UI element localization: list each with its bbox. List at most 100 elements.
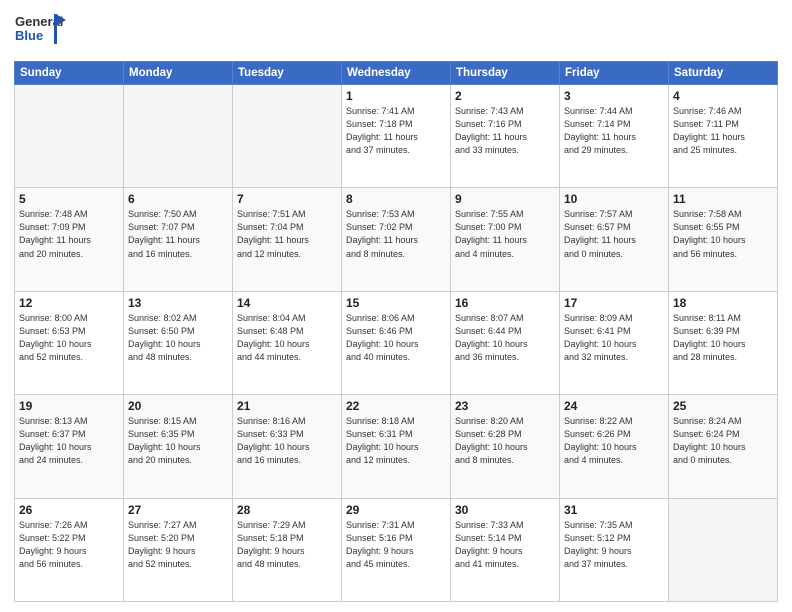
header-thursday: Thursday [451, 62, 560, 85]
calendar-cell: 6 Sunrise: 7:50 AM Sunset: 7:07 PM Daylig… [124, 188, 233, 291]
day-info: Sunrise: 8:00 AM Sunset: 6:53 PM Dayligh… [19, 312, 119, 364]
day-number: 7 [237, 192, 337, 206]
day-info: Sunrise: 7:50 AM Sunset: 7:07 PM Dayligh… [128, 208, 228, 260]
day-info: Sunrise: 7:44 AM Sunset: 7:14 PM Dayligh… [564, 105, 664, 157]
day-info: Sunrise: 8:24 AM Sunset: 6:24 PM Dayligh… [673, 415, 773, 467]
day-number: 5 [19, 192, 119, 206]
day-number: 21 [237, 399, 337, 413]
day-number: 27 [128, 503, 228, 517]
day-info: Sunrise: 7:55 AM Sunset: 7:00 PM Dayligh… [455, 208, 555, 260]
page: General Blue Sunday Monday Tuesday Wedne… [0, 0, 792, 612]
day-info: Sunrise: 7:58 AM Sunset: 6:55 PM Dayligh… [673, 208, 773, 260]
calendar-table: Sunday Monday Tuesday Wednesday Thursday… [14, 61, 778, 602]
day-info: Sunrise: 8:16 AM Sunset: 6:33 PM Dayligh… [237, 415, 337, 467]
day-info: Sunrise: 8:18 AM Sunset: 6:31 PM Dayligh… [346, 415, 446, 467]
svg-text:Blue: Blue [15, 28, 43, 43]
header: General Blue [14, 10, 778, 55]
calendar-week-row: 19Sunrise: 8:13 AM Sunset: 6:37 PM Dayli… [15, 395, 778, 498]
calendar-cell: 28 Sunrise: 7:29 AM Sunset: 5:18 PM Dayli… [233, 498, 342, 601]
calendar-cell: 21 Sunrise: 8:16 AM Sunset: 6:33 PM Dayli… [233, 395, 342, 498]
calendar-cell: 3 Sunrise: 7:44 AM Sunset: 7:14 PM Daylig… [560, 85, 669, 188]
day-info: Sunrise: 7:27 AM Sunset: 5:20 PM Dayligh… [128, 519, 228, 571]
calendar-cell: 29Sunrise: 7:31 AM Sunset: 5:16 PM Dayli… [342, 498, 451, 601]
calendar-cell: 24 Sunrise: 8:22 AM Sunset: 6:26 PM Dayli… [560, 395, 669, 498]
day-info: Sunrise: 8:07 AM Sunset: 6:44 PM Dayligh… [455, 312, 555, 364]
day-info: Sunrise: 7:43 AM Sunset: 7:16 PM Dayligh… [455, 105, 555, 157]
day-number: 28 [237, 503, 337, 517]
day-info: Sunrise: 7:53 AM Sunset: 7:02 PM Dayligh… [346, 208, 446, 260]
calendar-week-row: 12 Sunrise: 8:00 AM Sunset: 6:53 PM Dayli… [15, 291, 778, 394]
calendar-cell: 8Sunrise: 7:53 AM Sunset: 7:02 PM Daylig… [342, 188, 451, 291]
day-number: 6 [128, 192, 228, 206]
day-number: 25 [673, 399, 773, 413]
header-saturday: Saturday [669, 62, 778, 85]
day-number: 24 [564, 399, 664, 413]
calendar-cell: 30Sunrise: 7:33 AM Sunset: 5:14 PM Dayli… [451, 498, 560, 601]
calendar-cell: 16 Sunrise: 8:07 AM Sunset: 6:44 PM Dayli… [451, 291, 560, 394]
calendar-cell: 20 Sunrise: 8:15 AM Sunset: 6:35 PM Dayli… [124, 395, 233, 498]
calendar-cell: 5 Sunrise: 7:48 AM Sunset: 7:09 PM Daylig… [15, 188, 124, 291]
calendar-cell [124, 85, 233, 188]
day-number: 29 [346, 503, 446, 517]
day-number: 1 [346, 89, 446, 103]
calendar-week-row: 26 Sunrise: 7:26 AM Sunset: 5:22 PM Dayli… [15, 498, 778, 601]
calendar-week-row: 1Sunrise: 7:41 AM Sunset: 7:18 PM Daylig… [15, 85, 778, 188]
calendar-cell: 9 Sunrise: 7:55 AM Sunset: 7:00 PM Daylig… [451, 188, 560, 291]
calendar-cell: 2 Sunrise: 7:43 AM Sunset: 7:16 PM Daylig… [451, 85, 560, 188]
day-number: 19 [19, 399, 119, 413]
calendar-cell: 23 Sunrise: 8:20 AM Sunset: 6:28 PM Dayli… [451, 395, 560, 498]
day-number: 17 [564, 296, 664, 310]
header-friday: Friday [560, 62, 669, 85]
day-number: 16 [455, 296, 555, 310]
calendar-body: 1Sunrise: 7:41 AM Sunset: 7:18 PM Daylig… [15, 85, 778, 602]
day-info: Sunrise: 7:33 AM Sunset: 5:14 PM Dayligh… [455, 519, 555, 571]
day-info: Sunrise: 8:22 AM Sunset: 6:26 PM Dayligh… [564, 415, 664, 467]
calendar-cell: 7 Sunrise: 7:51 AM Sunset: 7:04 PM Daylig… [233, 188, 342, 291]
day-number: 14 [237, 296, 337, 310]
day-number: 15 [346, 296, 446, 310]
day-number: 20 [128, 399, 228, 413]
calendar-cell: 4Sunrise: 7:46 AM Sunset: 7:11 PM Daylig… [669, 85, 778, 188]
day-info: Sunrise: 7:35 AM Sunset: 5:12 PM Dayligh… [564, 519, 664, 571]
day-info: Sunrise: 8:02 AM Sunset: 6:50 PM Dayligh… [128, 312, 228, 364]
calendar-cell: 26 Sunrise: 7:26 AM Sunset: 5:22 PM Dayli… [15, 498, 124, 601]
day-number: 2 [455, 89, 555, 103]
day-info: Sunrise: 8:11 AM Sunset: 6:39 PM Dayligh… [673, 312, 773, 364]
calendar-cell [233, 85, 342, 188]
weekday-header-row: Sunday Monday Tuesday Wednesday Thursday… [15, 62, 778, 85]
day-info: Sunrise: 7:26 AM Sunset: 5:22 PM Dayligh… [19, 519, 119, 571]
day-number: 9 [455, 192, 555, 206]
day-number: 23 [455, 399, 555, 413]
logo-icon: General Blue [14, 10, 66, 50]
calendar-cell: 17Sunrise: 8:09 AM Sunset: 6:41 PM Dayli… [560, 291, 669, 394]
day-number: 26 [19, 503, 119, 517]
day-number: 22 [346, 399, 446, 413]
calendar-cell: 11Sunrise: 7:58 AM Sunset: 6:55 PM Dayli… [669, 188, 778, 291]
calendar-cell: 22 Sunrise: 8:18 AM Sunset: 6:31 PM Dayli… [342, 395, 451, 498]
calendar-cell: 31 Sunrise: 7:35 AM Sunset: 5:12 PM Dayli… [560, 498, 669, 601]
day-number: 31 [564, 503, 664, 517]
day-number: 4 [673, 89, 773, 103]
calendar-cell: 13 Sunrise: 8:02 AM Sunset: 6:50 PM Dayli… [124, 291, 233, 394]
calendar-cell: 10Sunrise: 7:57 AM Sunset: 6:57 PM Dayli… [560, 188, 669, 291]
day-info: Sunrise: 8:15 AM Sunset: 6:35 PM Dayligh… [128, 415, 228, 467]
header-tuesday: Tuesday [233, 62, 342, 85]
calendar-cell: 27 Sunrise: 7:27 AM Sunset: 5:20 PM Dayli… [124, 498, 233, 601]
calendar-cell: 12 Sunrise: 8:00 AM Sunset: 6:53 PM Dayli… [15, 291, 124, 394]
logo-text-block: General Blue [14, 10, 66, 55]
day-number: 3 [564, 89, 664, 103]
calendar-cell: 19Sunrise: 8:13 AM Sunset: 6:37 PM Dayli… [15, 395, 124, 498]
calendar-cell [669, 498, 778, 601]
day-number: 12 [19, 296, 119, 310]
calendar-cell: 15 Sunrise: 8:06 AM Sunset: 6:46 PM Dayli… [342, 291, 451, 394]
calendar-cell [15, 85, 124, 188]
header-wednesday: Wednesday [342, 62, 451, 85]
day-info: Sunrise: 7:51 AM Sunset: 7:04 PM Dayligh… [237, 208, 337, 260]
day-number: 13 [128, 296, 228, 310]
day-info: Sunrise: 7:48 AM Sunset: 7:09 PM Dayligh… [19, 208, 119, 260]
day-info: Sunrise: 8:20 AM Sunset: 6:28 PM Dayligh… [455, 415, 555, 467]
day-info: Sunrise: 8:06 AM Sunset: 6:46 PM Dayligh… [346, 312, 446, 364]
calendar-week-row: 5 Sunrise: 7:48 AM Sunset: 7:09 PM Daylig… [15, 188, 778, 291]
day-info: Sunrise: 7:29 AM Sunset: 5:18 PM Dayligh… [237, 519, 337, 571]
logo: General Blue [14, 10, 66, 55]
